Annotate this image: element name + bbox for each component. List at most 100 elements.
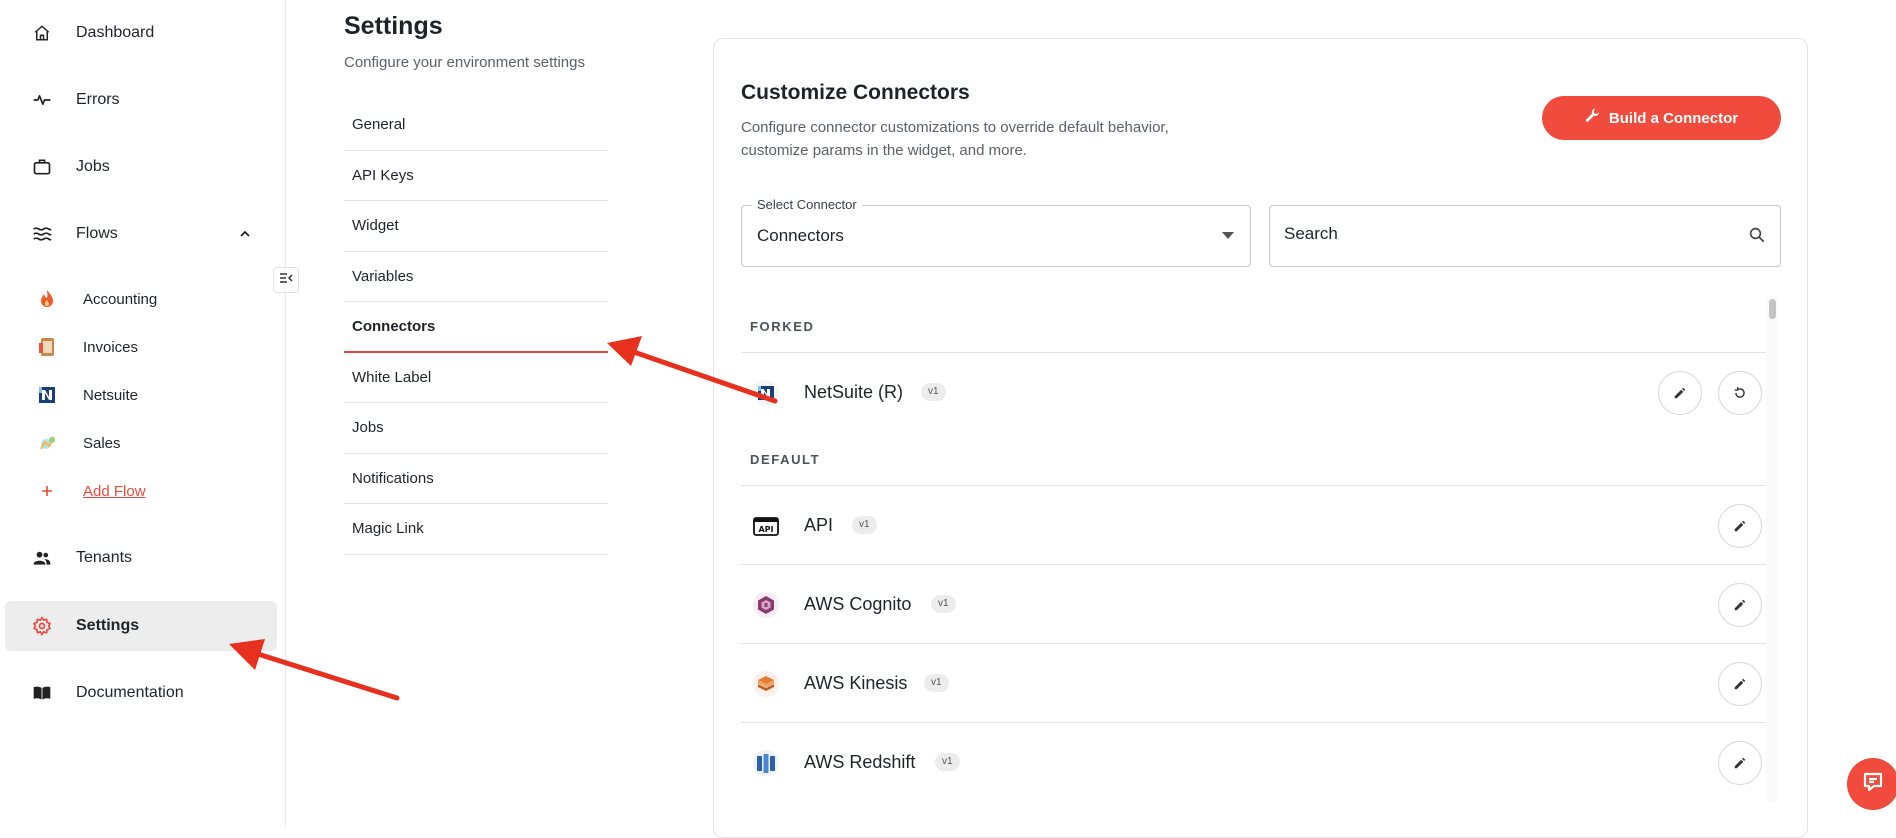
api-icon: API [751,511,781,541]
help-chat-button[interactable] [1847,758,1896,810]
aws-cognito-icon [751,590,781,620]
settings-menu-connectors[interactable]: Connectors [344,302,608,353]
svg-text:API: API [758,525,773,534]
version-badge: v1 [935,753,960,771]
pencil-icon [1734,678,1746,689]
connector-name: AWS Redshift [804,752,916,772]
flow-item-invoices[interactable]: Invoices [30,327,270,367]
select-connector-dropdown[interactable]: Select Connector Connectors [741,197,1251,267]
sidebar-item-label: Tenants [76,549,133,566]
reset-icon [1734,386,1745,398]
collapse-icon [279,271,293,289]
build-connector-button[interactable]: Build a Connector [1542,96,1781,140]
add-flow-link[interactable]: Add Flow [30,471,270,511]
settings-menu-widget[interactable]: Widget [344,201,608,252]
sidebar-item-flows[interactable]: Flows [5,209,277,259]
search-icon[interactable] [1748,226,1766,249]
group-label-default: DEFAULT [750,452,821,467]
page-subtitle: Configure your environment settings [344,54,585,71]
connector-row-aws-cognito[interactable]: AWS Cognito v1 [741,564,1768,644]
build-connector-label: Build a Connector [1608,109,1739,127]
connector-row-aws-redshift[interactable]: AWS Redshift v1 [741,722,1768,801]
settings-menu-variables[interactable]: Variables [344,252,608,302]
edit-connector-button[interactable] [1658,370,1702,415]
version-badge: v1 [852,516,877,534]
select-connector-value: Connectors [757,226,844,245]
sidebar-item-label: Flows [76,225,118,242]
settings-menu-white-label[interactable]: White Label [344,353,608,403]
netsuite-icon [751,378,781,408]
connector-name: NetSuite (R) [804,382,904,402]
list-scrollbar-thumb[interactable] [1769,299,1776,319]
connector-name: AWS Cognito [804,594,912,614]
connector-row-netsuite[interactable]: NetSuite (R) v1 [741,352,1768,432]
sidebar-item-errors[interactable]: Errors [5,75,277,125]
sidebar-item-tenants[interactable]: Tenants [5,533,277,583]
customize-connectors-panel: Customize Connectors Configure connector… [713,38,1808,838]
list-scrollbar-track[interactable] [1766,297,1778,801]
search-field[interactable] [1269,205,1781,267]
aws-redshift-icon [751,748,781,778]
group-label-forked: FORKED [750,319,815,334]
flow-item-label: Netsuite [83,386,139,404]
edit-connector-button[interactable] [1718,582,1762,627]
connector-name: API [804,515,834,535]
sidebar-item-label: Settings [76,617,140,634]
search-input[interactable] [1284,224,1724,244]
flow-item-accounting[interactable]: Accounting [30,279,270,319]
chevron-up-icon[interactable] [235,224,255,244]
pencil-icon [1734,599,1746,610]
panel-description: Configure connector customizations to ov… [741,119,1169,159]
waves-icon [30,222,54,246]
version-badge: v1 [931,595,956,613]
connector-row-aws-kinesis[interactable]: AWS Kinesis v1 [741,643,1768,723]
pencil-icon [1734,520,1746,531]
settings-menu-notifications[interactable]: Notifications [344,454,608,504]
version-badge: v1 [924,674,949,692]
settings-menu-jobs[interactable]: Jobs [344,403,608,454]
settings-menu-api-keys[interactable]: API Keys [344,151,608,201]
sidebar-item-documentation[interactable]: Documentation [5,668,277,718]
settings-menu-magic-link[interactable]: Magic Link [344,504,608,555]
settings-menu-general[interactable]: General [344,100,608,151]
sidebar-item-label: Documentation [76,684,184,701]
briefcase-icon [30,155,54,179]
sidebar-item-jobs[interactable]: Jobs [5,142,277,192]
panel-title: Customize Connectors [741,81,970,104]
book-icon [30,681,54,705]
people-icon [30,546,54,570]
add-flow-label: Add Flow [83,482,146,500]
netsuite-icon [36,384,58,406]
connector-name: AWS Kinesis [804,673,908,693]
reset-connector-button[interactable] [1718,370,1762,415]
connector-list: FORKED NetSuite (R) v1 DEFAULT API API v… [741,297,1778,801]
sidebar-item-label: Jobs [76,158,110,175]
version-badge: v1 [921,383,946,401]
caret-down-icon [1222,232,1234,239]
edit-connector-button[interactable] [1718,661,1762,706]
flow-item-label: Accounting [83,290,158,308]
select-connector-legend: Select Connector [752,197,862,212]
edit-connector-button[interactable] [1718,740,1762,785]
pencil-icon [1674,387,1686,398]
sidebar-item-label: Dashboard [76,24,155,41]
flame-icon [36,288,58,310]
flow-item-netsuite[interactable]: Netsuite [30,375,270,415]
sidebar: Dashboard Errors Jobs Flows Accounting I… [0,0,286,826]
activity-icon [30,88,54,112]
sales-icon [36,432,58,454]
sidebar-item-settings[interactable]: Settings [5,601,277,651]
aws-kinesis-icon [751,669,781,699]
pencil-icon [1734,757,1746,768]
edit-connector-button[interactable] [1718,503,1762,548]
connector-row-api[interactable]: API API v1 [741,485,1768,565]
sidebar-item-dashboard[interactable]: Dashboard [5,8,277,58]
page-title: Settings [344,12,443,40]
collapse-sidebar-button[interactable] [273,267,299,293]
wrench-icon [1585,108,1601,128]
home-icon [30,21,54,45]
settings-menu: General API Keys Widget Variables Connec… [344,100,608,555]
flow-item-sales[interactable]: Sales [30,423,270,463]
gear-icon [30,614,54,638]
flow-item-label: Invoices [83,338,139,356]
